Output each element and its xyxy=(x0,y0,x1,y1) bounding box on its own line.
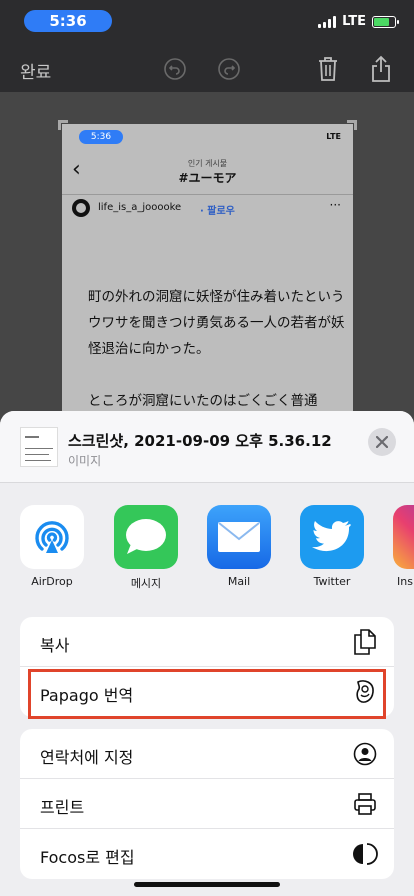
share-sheet: 스크린샷, 2021-09-09 오후 5.36.12 이미지 AirDrop … xyxy=(0,411,414,896)
editor-toolbar: 완료 xyxy=(0,44,414,92)
preview-status-time: 5:36 xyxy=(79,130,123,144)
close-button[interactable] xyxy=(368,428,396,456)
action-papago[interactable]: Papago 번역 xyxy=(20,667,394,717)
redo-icon[interactable] xyxy=(216,56,242,82)
app-label: Mail xyxy=(227,575,251,588)
share-icon[interactable] xyxy=(368,55,394,82)
preview-divider xyxy=(62,194,353,195)
action-print[interactable]: 프린트 xyxy=(20,779,394,829)
app-label: Twitter xyxy=(313,575,351,588)
action-label: 프린트 xyxy=(40,798,85,817)
app-messages[interactable]: 메시지 xyxy=(106,505,186,591)
twitter-icon xyxy=(300,505,364,569)
undo-icon[interactable] xyxy=(162,56,188,82)
preview-body: 町の外れの洞窟に妖怪が住み着いたというウワサを聞きつけ勇気ある一人の若者が妖怪退… xyxy=(88,284,348,424)
action-label: Papago 번역 xyxy=(40,686,134,705)
action-group-secondary: 연락처에 지정 프린트 Focos로 편집 xyxy=(20,729,394,879)
close-icon xyxy=(376,436,388,448)
messages-icon xyxy=(114,505,178,569)
app-label: AirDrop xyxy=(31,575,73,588)
status-time[interactable]: 5:36 xyxy=(24,10,112,32)
preview-follow: · 팔로우 xyxy=(200,206,235,217)
preview-avatar xyxy=(72,199,90,217)
file-type: 이미지 xyxy=(68,454,102,468)
papago-icon xyxy=(352,679,378,705)
preview-network: LTE xyxy=(326,132,341,141)
action-focos-edit[interactable]: Focos로 편집 xyxy=(20,829,394,879)
preview-category: 인기 게시물 xyxy=(187,159,228,168)
app-label: Ins xyxy=(397,575,413,588)
status-indicators: LTE xyxy=(318,14,399,29)
preview-more-icon: ··· xyxy=(329,198,341,212)
copy-icon xyxy=(352,629,378,655)
action-label: 복사 xyxy=(40,636,70,655)
app-airdrop[interactable]: AirDrop xyxy=(12,505,92,588)
contact-icon xyxy=(352,741,378,767)
app-instagram[interactable]: Ins xyxy=(385,505,414,588)
screenshot-preview[interactable]: 5:36 LTE ‹ 인기 게시물 #ユーモア life_is_a_jooook… xyxy=(62,124,353,424)
trash-icon[interactable] xyxy=(315,56,341,82)
action-label: 연락처에 지정 xyxy=(40,748,134,767)
app-mail[interactable]: Mail xyxy=(199,505,279,588)
app-label: 메시지 xyxy=(130,577,162,590)
status-bar: 5:36 LTE xyxy=(0,0,414,44)
signal-icon xyxy=(318,15,337,28)
file-thumbnail xyxy=(20,427,58,467)
network-label: LTE xyxy=(342,14,366,29)
done-button[interactable]: 완료 xyxy=(20,58,51,83)
preview-username: life_is_a_jooooke xyxy=(98,202,182,213)
share-sheet-header: 스크린샷, 2021-09-09 오후 5.36.12 이미지 xyxy=(0,411,414,483)
app-row: AirDrop 메시지 Mail Twitter Ins xyxy=(0,483,414,601)
file-title: 스크린샷, 2021-09-09 오후 5.36.12 xyxy=(68,432,332,450)
app-twitter[interactable]: Twitter xyxy=(292,505,372,588)
action-group-primary: 복사 Papago 번역 xyxy=(20,617,394,717)
battery-icon xyxy=(372,15,399,28)
mail-icon xyxy=(207,505,271,569)
instagram-icon xyxy=(393,505,414,569)
printer-icon xyxy=(352,791,378,817)
focos-icon xyxy=(352,841,378,867)
action-assign-contact[interactable]: 연락처에 지정 xyxy=(20,729,394,779)
action-label: Focos로 편집 xyxy=(40,848,135,867)
home-indicator xyxy=(134,882,280,887)
airdrop-icon xyxy=(20,505,84,569)
preview-title: #ユーモア xyxy=(178,171,237,185)
action-copy[interactable]: 복사 xyxy=(20,617,394,667)
preview-paragraph: 町の外れの洞窟に妖怪が住み着いたというウワサを聞きつけ勇気ある一人の若者が妖怪退… xyxy=(88,289,345,357)
